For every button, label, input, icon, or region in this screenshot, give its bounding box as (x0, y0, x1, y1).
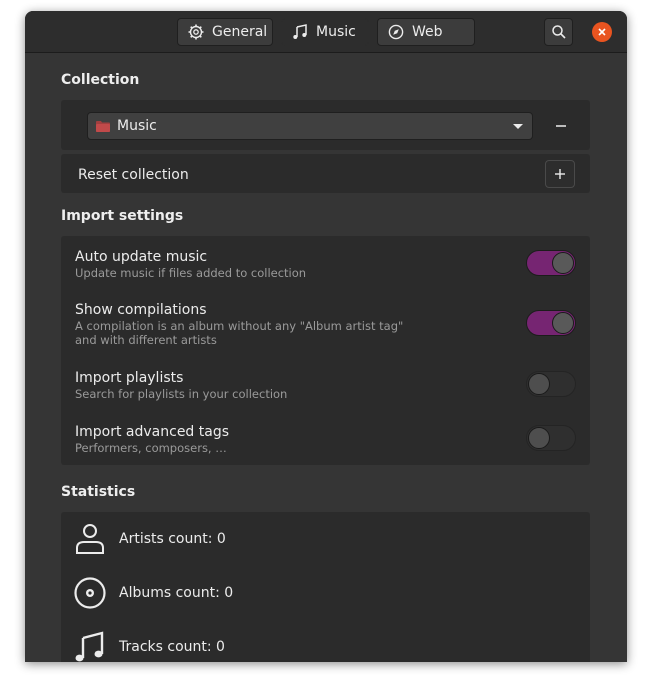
show-compilations-subtitle-2: and with different artists (75, 333, 217, 347)
tab-general-label: General (212, 24, 268, 40)
close-icon (598, 28, 606, 36)
import-settings-title: Import settings (61, 208, 184, 224)
advanced-tags-title: Import advanced tags (75, 424, 230, 440)
import-playlists-switch[interactable] (526, 371, 576, 397)
disc-icon (74, 577, 106, 609)
search-button[interactable] (544, 18, 573, 46)
music-note-icon (293, 24, 307, 39)
chevron-down-icon (513, 124, 523, 129)
artists-count-label: Artists count: 0 (119, 531, 226, 547)
gear-icon (188, 24, 204, 40)
tab-music[interactable]: Music (281, 18, 369, 46)
add-folder-button[interactable] (545, 160, 575, 188)
statistics-title: Statistics (61, 484, 136, 500)
remove-folder-button[interactable] (547, 112, 575, 140)
advanced-tags-subtitle: Performers, composers, … (75, 441, 227, 455)
auto-update-title: Auto update music (75, 249, 208, 265)
tracks-count-row: Tracks count: 0 (61, 620, 590, 662)
advanced-tags-switch[interactable] (526, 425, 576, 451)
compass-icon (388, 24, 404, 40)
collection-folder-label: Music (117, 118, 157, 134)
close-button[interactable] (592, 22, 612, 42)
import-playlists-title: Import playlists (75, 370, 184, 386)
tab-web-label: Web (412, 24, 443, 40)
tab-music-label: Music (316, 24, 356, 40)
advanced-tags-row: Import advanced tags Performers, compose… (75, 424, 229, 455)
auto-update-row: Auto update music Update music if files … (75, 249, 306, 280)
tab-web[interactable]: Web (377, 18, 475, 46)
folder-icon (96, 120, 110, 132)
auto-update-switch[interactable] (526, 250, 576, 276)
tab-general[interactable]: General (177, 18, 273, 46)
preferences-content: Collection Music Reset collection Import… (25, 54, 627, 662)
artists-count-row: Artists count: 0 (61, 512, 590, 566)
search-icon (551, 25, 566, 39)
auto-update-subtitle: Update music if files added to collectio… (75, 266, 307, 280)
collection-title: Collection (61, 72, 140, 88)
plus-icon (555, 169, 565, 179)
show-compilations-row: Show compilations A compilation is an al… (75, 302, 403, 347)
header-bar: General Music Web (25, 11, 627, 53)
show-compilations-switch[interactable] (526, 310, 576, 336)
show-compilations-subtitle: A compilation is an album without any "A… (75, 319, 404, 333)
show-compilations-title: Show compilations (75, 302, 207, 318)
import-playlists-subtitle: Search for playlists in your collection (75, 387, 288, 401)
albums-count-label: Albums count: 0 (119, 585, 234, 601)
minus-icon (556, 125, 566, 127)
music-note-icon (75, 631, 104, 662)
reset-collection-label: Reset collection (78, 167, 189, 183)
person-icon (76, 524, 104, 554)
albums-count-row: Albums count: 0 (61, 566, 590, 620)
tracks-count-label: Tracks count: 0 (119, 639, 225, 655)
preferences-window: General Music Web Collection Music Reset… (25, 11, 627, 662)
import-playlists-row: Import playlists Search for playlists in… (75, 370, 287, 401)
collection-folder-combo[interactable]: Music (87, 112, 533, 140)
